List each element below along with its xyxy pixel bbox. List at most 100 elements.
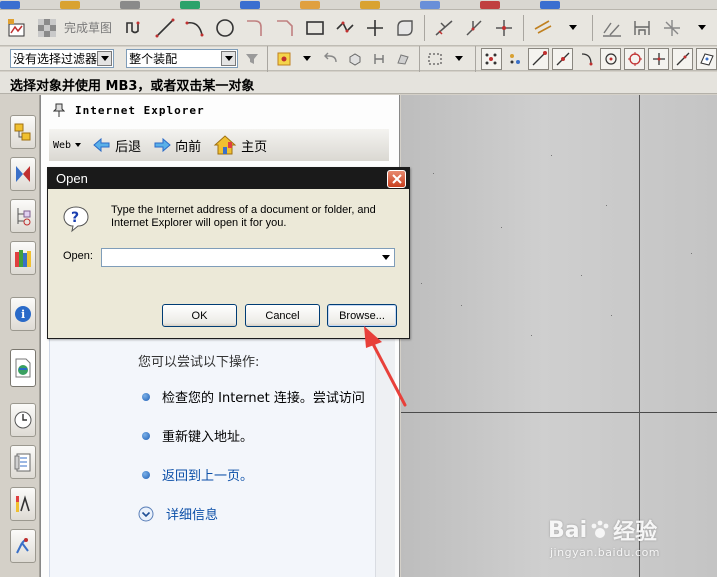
finish-sketch-icon[interactable] — [34, 14, 60, 42]
arc-icon[interactable] — [182, 14, 208, 42]
snap-point-on-curve-icon[interactable] — [672, 47, 694, 70]
dropdown-arrow-icon[interactable] — [297, 48, 318, 70]
paw-icon — [591, 520, 609, 538]
dialog-title: Open — [56, 171, 88, 186]
finish-sketch-label[interactable]: 完成草图 — [64, 19, 112, 36]
rectangle-select-icon[interactable] — [425, 48, 446, 70]
assembly-navigator-icon[interactable] — [10, 115, 36, 149]
constraints-icon[interactable] — [530, 14, 556, 42]
web-browser-icon[interactable] — [10, 349, 36, 387]
pin-icon[interactable] — [53, 103, 65, 117]
toolbar-icon[interactable] — [420, 0, 440, 9]
toolbar-icon[interactable] — [360, 0, 380, 9]
close-button[interactable] — [387, 170, 406, 188]
cancel-button[interactable]: Cancel — [245, 304, 320, 327]
select-body-icon[interactable] — [345, 48, 366, 70]
system-materials-icon[interactable] — [10, 445, 36, 479]
svg-text:?: ? — [71, 210, 79, 226]
constraint-navigator-icon[interactable] — [10, 157, 36, 191]
snap-midpoint-icon[interactable] — [552, 47, 574, 70]
reuse-library-icon[interactable] — [10, 241, 36, 275]
circle-icon[interactable] — [212, 14, 238, 42]
part-navigator-icon[interactable] — [10, 199, 36, 233]
select-face-icon[interactable] — [393, 48, 414, 70]
expand-chevron-icon[interactable] — [138, 506, 154, 522]
filter-settings-icon[interactable] — [241, 48, 262, 70]
profile-icon[interactable] — [122, 14, 148, 42]
chevron-down-icon[interactable] — [97, 51, 113, 66]
roles-icon[interactable] — [10, 529, 36, 563]
dropdown-arrow-icon[interactable] — [560, 14, 586, 42]
forward-button[interactable]: 向前 — [153, 136, 201, 155]
grid-dot — [433, 173, 434, 174]
offset-curve-icon[interactable] — [392, 14, 418, 42]
ok-button[interactable]: OK — [162, 304, 237, 327]
quick-extend-icon[interactable] — [461, 14, 487, 42]
snap-arc-center-icon[interactable] — [600, 47, 622, 70]
forward-arrow-icon — [154, 137, 171, 153]
dropdown-arrow-icon[interactable] — [689, 14, 715, 42]
go-back-link[interactable]: 返回到上一页。 — [142, 465, 253, 484]
open-address-input[interactable] — [102, 249, 372, 266]
make-corner-icon[interactable] — [491, 14, 517, 42]
web-menu[interactable]: Web — [53, 139, 82, 151]
forward-label: 向前 — [175, 139, 202, 155]
toolbar-icon[interactable] — [0, 0, 20, 9]
sketch-icon[interactable] — [4, 14, 30, 42]
status-prompt: 选择对象并使用 MB3，或者双击某一对象 — [0, 72, 717, 94]
close-icon — [391, 174, 402, 184]
snap-intersection-icon[interactable] — [648, 47, 670, 70]
open-dialog: Open ? Type the Internet address of a do… — [47, 167, 410, 339]
fillet-icon[interactable] — [242, 14, 268, 42]
geometric-constraint-icon[interactable] — [599, 14, 625, 42]
toolbar-separator — [424, 14, 426, 41]
chamfer-icon[interactable] — [272, 14, 298, 42]
open-address-combo[interactable] — [101, 248, 395, 267]
alternate-solution-icon[interactable] — [659, 14, 685, 42]
go-back-link-text[interactable]: 返回到上一页。 — [162, 465, 253, 484]
select-feature-icon[interactable] — [369, 48, 390, 70]
process-studio-icon[interactable] — [10, 487, 36, 521]
toolbar-icon[interactable] — [480, 0, 500, 9]
general-selection-icon[interactable] — [273, 48, 294, 70]
graphics-window[interactable] — [401, 95, 717, 577]
toolbar-icon[interactable] — [180, 0, 200, 9]
snap-endpoint-icon[interactable] — [528, 47, 550, 70]
toolbar-separator — [474, 45, 476, 72]
chevron-down-icon[interactable] — [221, 51, 237, 66]
dialog-titlebar[interactable]: Open — [48, 168, 409, 189]
assembly-filter-select[interactable]: 整个装配 — [126, 49, 239, 68]
quick-trim-icon[interactable] — [431, 14, 457, 42]
home-button[interactable]: 主页 — [213, 134, 267, 156]
watermark-logo: Bai 经验 — [548, 514, 660, 546]
rectangle-icon[interactable] — [302, 14, 328, 42]
chevron-down-icon[interactable] — [379, 250, 393, 265]
snap-quadrant-icon[interactable] — [624, 47, 646, 70]
snap-control-point-icon[interactable] — [576, 48, 597, 70]
type-filter-select[interactable]: 没有选择过滤器 — [10, 49, 115, 68]
list-item-text: 重新键入地址。 — [162, 430, 254, 445]
toolbar-icon[interactable] — [120, 0, 140, 9]
snap-settings-icon[interactable] — [505, 48, 526, 70]
line-icon[interactable] — [152, 14, 178, 42]
history-icon[interactable] — [10, 403, 36, 437]
toolbar-icon[interactable] — [300, 0, 320, 9]
baidu-watermark: Bai 经验 jingyan.baidu.com — [548, 514, 660, 560]
more-info-text[interactable]: 详细信息 — [166, 504, 218, 523]
hd3d-tools-icon[interactable]: i — [10, 297, 36, 331]
toolbar-icon[interactable] — [240, 0, 260, 9]
toolbar-icon[interactable] — [60, 0, 80, 9]
back-button[interactable]: 后退 — [93, 136, 141, 155]
toolbar-icon[interactable] — [540, 0, 560, 9]
more-info-link[interactable]: 详细信息 — [138, 504, 218, 523]
snap-point-on-face-icon[interactable] — [696, 47, 717, 70]
dimension-icon[interactable] — [629, 14, 655, 42]
bullet-icon — [142, 392, 150, 401]
snap-all-points-icon[interactable] — [480, 47, 502, 70]
open-field-label: Open: — [63, 250, 93, 262]
point-icon[interactable] — [362, 14, 388, 42]
undo-arrow-icon[interactable] — [321, 48, 342, 70]
dropdown-arrow-icon[interactable] — [449, 48, 470, 70]
polygon-icon[interactable] — [332, 14, 358, 42]
web-menu-label: Web — [53, 139, 72, 151]
